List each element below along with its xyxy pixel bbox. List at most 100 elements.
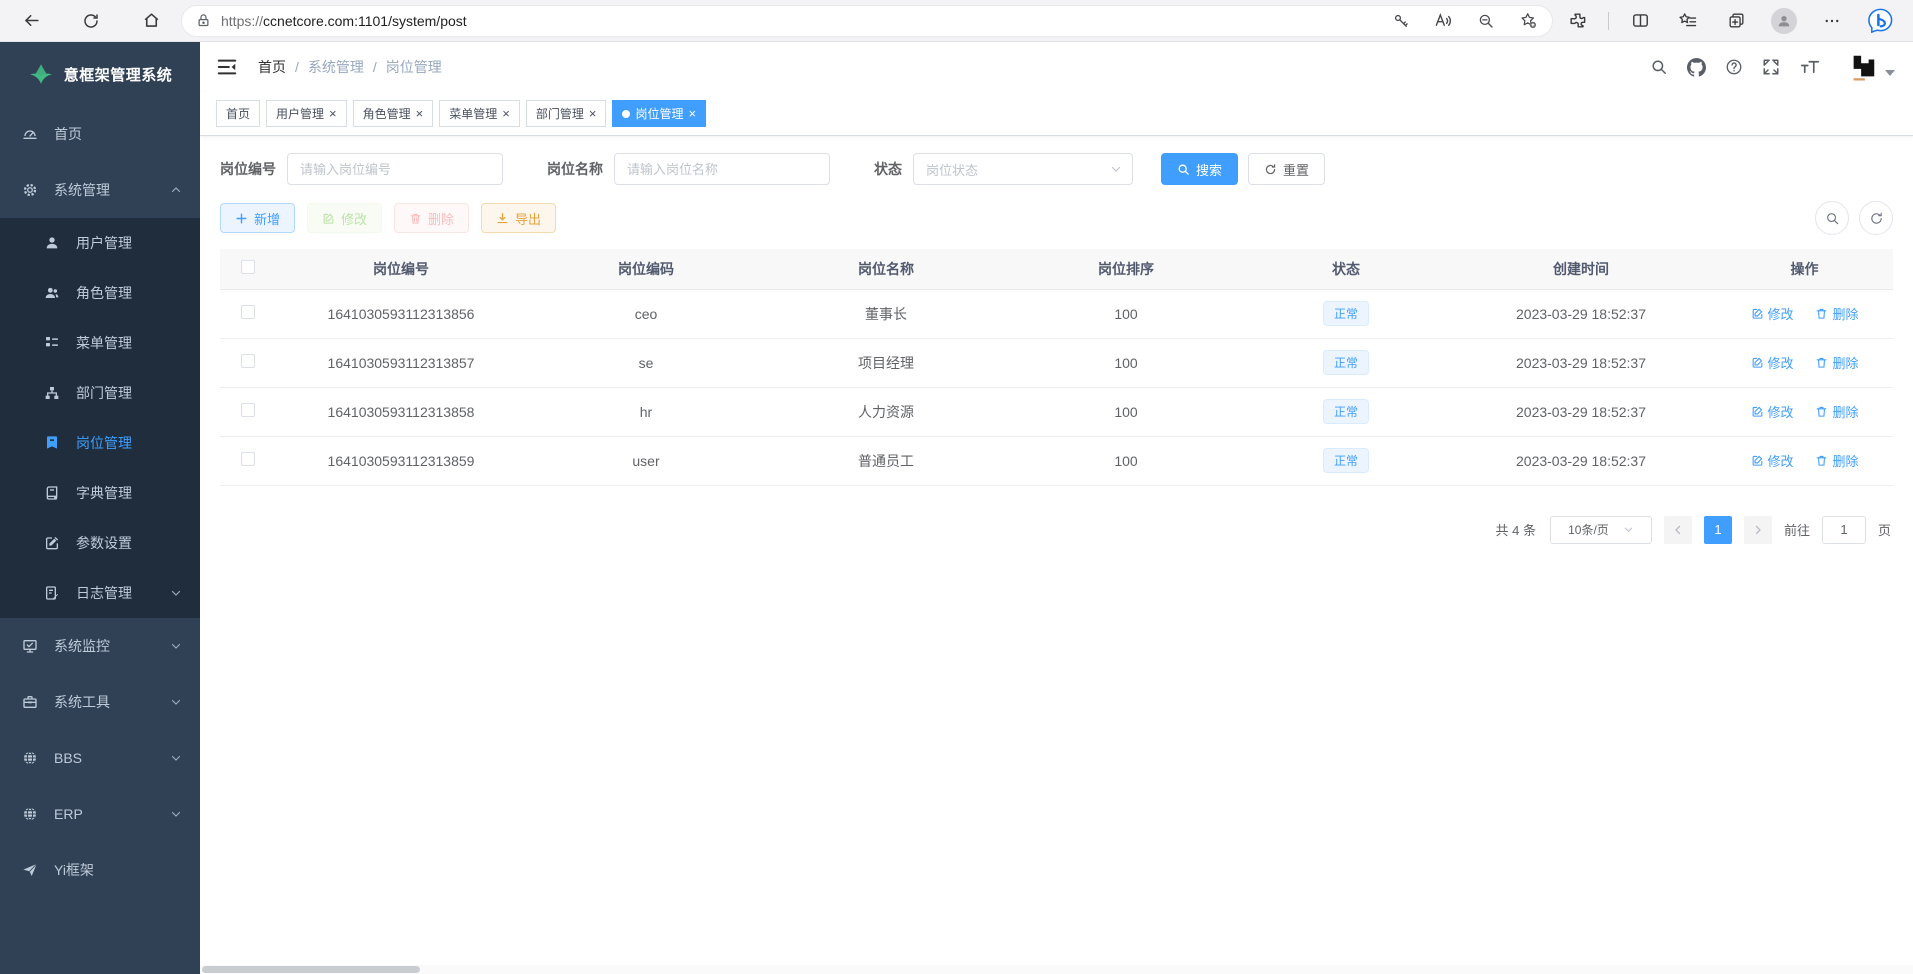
select-all-checkbox[interactable] — [241, 260, 255, 274]
post-code-input[interactable] — [287, 153, 503, 185]
collections-icon[interactable] — [1719, 4, 1753, 38]
row-edit-link[interactable]: 修改 — [1751, 451, 1794, 470]
page-size-select[interactable]: 10条/页 — [1550, 516, 1652, 544]
row-checkbox[interactable] — [241, 403, 255, 417]
sidebar-item-yi-framework[interactable]: Yi框架 — [0, 842, 200, 898]
sidebar-item-post-management[interactable]: 岗位管理 — [0, 418, 200, 468]
gear-icon — [22, 182, 38, 198]
horizontal-scrollbar[interactable] — [200, 965, 1913, 974]
browser-back-button[interactable] — [14, 4, 48, 38]
row-delete-link[interactable]: 删除 — [1815, 304, 1858, 323]
tab-close-icon[interactable]: × — [329, 107, 337, 120]
sidebar-item-log-management[interactable]: 日志管理 — [0, 568, 200, 618]
browser-menu-icon[interactable] — [1815, 4, 1849, 38]
delete-button[interactable]: 删除 — [394, 203, 469, 233]
edit-button[interactable]: 修改 — [307, 203, 382, 233]
sidebar-item-label: ERP — [54, 806, 154, 822]
sidebar-collapse-icon[interactable] — [216, 56, 238, 78]
row-edit-label: 修改 — [1768, 304, 1794, 323]
col-header-created: 创建时间 — [1446, 249, 1716, 289]
sidebar-item-home[interactable]: 首页 — [0, 106, 200, 162]
extensions-icon[interactable] — [1560, 4, 1594, 38]
user-avatar-menu[interactable] — [1848, 52, 1895, 82]
chevron-down-icon — [170, 808, 182, 820]
zoom-out-icon[interactable] — [1477, 12, 1495, 30]
row-edit-link[interactable]: 修改 — [1751, 304, 1794, 323]
split-screen-icon[interactable] — [1623, 4, 1657, 38]
tab-close-icon[interactable]: × — [502, 107, 510, 120]
row-checkbox[interactable] — [241, 305, 255, 319]
cell-created: 2023-03-29 18:52:37 — [1446, 387, 1716, 436]
sidebar-item-label: 菜单管理 — [76, 333, 182, 353]
table-row: 1641030593112313858 hr 人力资源 100 正常 2023-… — [220, 387, 1893, 436]
tab-home[interactable]: 首页 — [216, 100, 260, 127]
tab-user-management[interactable]: 用户管理 × — [266, 100, 347, 127]
tab-close-icon[interactable]: × — [688, 107, 696, 120]
sidebar-item-param-settings[interactable]: 参数设置 — [0, 518, 200, 568]
tab-close-icon[interactable]: × — [589, 107, 597, 120]
row-delete-link[interactable]: 删除 — [1815, 353, 1858, 372]
chevron-down-icon — [1110, 163, 1122, 175]
tab-menu-management[interactable]: 菜单管理 × — [439, 100, 520, 127]
sidebar-item-bbs[interactable]: BBS — [0, 730, 200, 786]
tab-close-icon[interactable]: × — [416, 107, 424, 120]
pagination: 共 4 条 10条/页 1 前往 页 — [220, 516, 1893, 544]
sidebar-item-erp[interactable]: ERP — [0, 786, 200, 842]
browser-profile-avatar[interactable] — [1767, 4, 1801, 38]
row-delete-link[interactable]: 删除 — [1815, 451, 1858, 470]
status-select[interactable]: 岗位状态 — [913, 153, 1133, 185]
active-tab-dot — [622, 110, 630, 118]
toggle-search-button[interactable] — [1815, 201, 1849, 235]
sidebar-item-label: 系统管理 — [54, 180, 154, 200]
row-delete-link[interactable]: 删除 — [1815, 402, 1858, 421]
reset-button[interactable]: 重置 — [1248, 153, 1325, 185]
github-icon[interactable] — [1687, 58, 1706, 77]
read-aloud-icon[interactable] — [1434, 11, 1453, 30]
scrollbar-thumb[interactable] — [202, 966, 420, 973]
user-icon — [44, 235, 60, 251]
sidebar-item-dict-management[interactable]: 字典管理 — [0, 468, 200, 518]
sidebar-item-role-management[interactable]: 角色管理 — [0, 268, 200, 318]
goto-page-input[interactable] — [1822, 516, 1866, 544]
add-button[interactable]: 新增 — [220, 203, 295, 233]
prev-page-button[interactable] — [1664, 516, 1692, 544]
sidebar-item-system-management[interactable]: 系统管理 — [0, 162, 200, 218]
tab-dept-management[interactable]: 部门管理 × — [526, 100, 607, 127]
row-edit-link[interactable]: 修改 — [1751, 402, 1794, 421]
lock-icon — [196, 13, 211, 28]
export-button[interactable]: 导出 — [481, 203, 556, 233]
favorites-list-icon[interactable] — [1671, 4, 1705, 38]
tab-role-management[interactable]: 角色管理 × — [353, 100, 434, 127]
breadcrumb-home[interactable]: 首页 — [258, 57, 286, 77]
edit-icon — [1751, 307, 1764, 320]
refresh-table-button[interactable] — [1859, 201, 1893, 235]
address-bar[interactable]: https://ccnetcore.com:1101/system/post — [182, 6, 1552, 36]
bing-chat-icon[interactable] — [1863, 4, 1897, 38]
row-edit-link[interactable]: 修改 — [1751, 353, 1794, 372]
fullscreen-icon[interactable] — [1762, 58, 1780, 76]
browser-home-button[interactable] — [134, 4, 168, 38]
tags-view-bar: 首页 用户管理 × 角色管理 × 菜单管理 × 部门管理 × 岗位管理 × — [200, 92, 1913, 136]
post-name-input[interactable] — [614, 153, 830, 185]
favorites-add-icon[interactable] — [1519, 11, 1538, 30]
password-key-icon[interactable] — [1392, 12, 1410, 30]
search-button[interactable]: 搜索 — [1161, 153, 1238, 185]
row-checkbox[interactable] — [241, 354, 255, 368]
cell-post-name: 人力资源 — [766, 387, 1006, 436]
delete-button-label: 删除 — [428, 209, 454, 228]
header-search-icon[interactable] — [1650, 58, 1668, 76]
row-checkbox[interactable] — [241, 452, 255, 466]
sidebar-item-menu-management[interactable]: 菜单管理 — [0, 318, 200, 368]
tab-post-management[interactable]: 岗位管理 × — [612, 100, 706, 127]
sidebar-item-system-tools[interactable]: 系统工具 — [0, 674, 200, 730]
font-size-icon[interactable] — [1799, 58, 1821, 76]
help-icon[interactable] — [1725, 58, 1743, 76]
sidebar-item-dept-management[interactable]: 部门管理 — [0, 368, 200, 418]
page-number-1[interactable]: 1 — [1704, 516, 1732, 544]
sidebar-item-user-management[interactable]: 用户管理 — [0, 218, 200, 268]
sidebar-item-system-monitor[interactable]: 系统监控 — [0, 618, 200, 674]
globe-icon — [22, 750, 38, 766]
next-page-button[interactable] — [1744, 516, 1772, 544]
cell-post-code: ceo — [526, 289, 766, 338]
browser-refresh-button[interactable] — [74, 4, 108, 38]
